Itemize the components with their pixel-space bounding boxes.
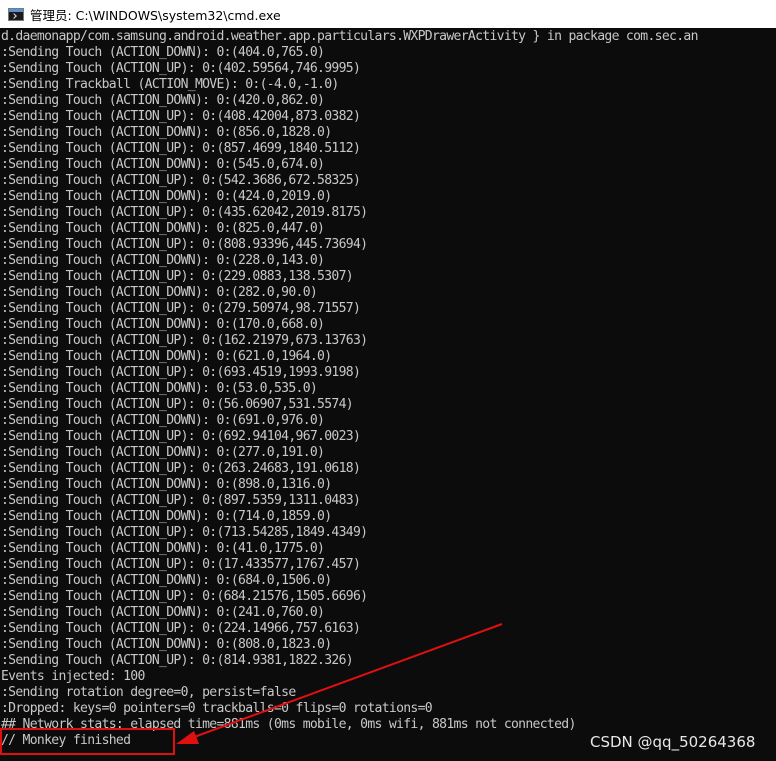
console-line: :Sending Touch (ACTION_UP): 0:(684.21576… — [1, 589, 368, 604]
console-line: :Sending Touch (ACTION_DOWN): 0:(420.0,8… — [1, 93, 325, 108]
console-line: :Sending Trackball (ACTION_MOVE): 0:(-4.… — [1, 77, 339, 92]
console-line: :Sending Touch (ACTION_DOWN): 0:(808.0,1… — [1, 637, 332, 652]
console-line: :Sending Touch (ACTION_DOWN): 0:(170.0,6… — [1, 317, 325, 332]
annotation-highlight-box — [0, 728, 175, 755]
console-line: :Sending Touch (ACTION_DOWN): 0:(424.0,2… — [1, 189, 332, 204]
window-title: 管理员: C:\WINDOWS\system32\cmd.exe — [30, 7, 281, 23]
console-line: :Sending Touch (ACTION_UP): 0:(713.54285… — [1, 525, 368, 540]
console-line: :Sending Touch (ACTION_UP): 0:(224.14966… — [1, 621, 361, 636]
console-line: d.daemonapp/com.samsung.android.weather.… — [1, 29, 698, 44]
cmd-icon — [8, 7, 24, 21]
console-line: :Sending Touch (ACTION_DOWN): 0:(825.0,4… — [1, 221, 325, 236]
console-line: :Sending rotation degree=0, persist=fals… — [1, 685, 296, 700]
console-line: :Sending Touch (ACTION_DOWN): 0:(684.0,1… — [1, 573, 332, 588]
console-line: :Dropped: keys=0 pointers=0 trackballs=0… — [1, 701, 433, 716]
console-line: :Sending Touch (ACTION_UP): 0:(229.0883,… — [1, 269, 354, 284]
console-line: :Sending Touch (ACTION_DOWN): 0:(691.0,9… — [1, 413, 325, 428]
console-line: :Sending Touch (ACTION_UP): 0:(897.5359,… — [1, 493, 361, 508]
console-line: :Sending Touch (ACTION_UP): 0:(263.24683… — [1, 461, 361, 476]
console-line: :Sending Touch (ACTION_UP): 0:(692.94104… — [1, 429, 361, 444]
console-line: :Sending Touch (ACTION_DOWN): 0:(545.0,6… — [1, 157, 325, 172]
console-line: :Sending Touch (ACTION_UP): 0:(814.9381,… — [1, 653, 354, 668]
console-line: :Sending Touch (ACTION_UP): 0:(542.3686,… — [1, 173, 361, 188]
console-line: :Sending Touch (ACTION_UP): 0:(402.59564… — [1, 61, 361, 76]
window-titlebar[interactable]: 管理员: C:\WINDOWS\system32\cmd.exe — [0, 0, 776, 28]
console-line: :Sending Touch (ACTION_DOWN): 0:(404.0,7… — [1, 45, 325, 60]
console-line: :Sending Touch (ACTION_UP): 0:(162.21979… — [1, 333, 368, 348]
console-line: :Sending Touch (ACTION_UP): 0:(408.42004… — [1, 109, 361, 124]
console-line: :Sending Touch (ACTION_UP): 0:(279.50974… — [1, 301, 361, 316]
console-line: :Sending Touch (ACTION_DOWN): 0:(898.0,1… — [1, 477, 332, 492]
console-line: :Sending Touch (ACTION_UP): 0:(17.433577… — [1, 557, 361, 572]
console-line: :Sending Touch (ACTION_DOWN): 0:(241.0,7… — [1, 605, 325, 620]
console-line: :Sending Touch (ACTION_UP): 0:(56.06907,… — [1, 397, 354, 412]
watermark-text: CSDN @qq_50264368 — [590, 733, 756, 751]
console-line: :Sending Touch (ACTION_DOWN): 0:(621.0,1… — [1, 349, 332, 364]
console-line: :Sending Touch (ACTION_UP): 0:(808.93396… — [1, 237, 368, 252]
console-line: :Sending Touch (ACTION_DOWN): 0:(282.0,9… — [1, 285, 318, 300]
console-line: :Sending Touch (ACTION_DOWN): 0:(41.0,17… — [1, 541, 325, 556]
console-line: :Sending Touch (ACTION_DOWN): 0:(53.0,53… — [1, 381, 318, 396]
console-line: :Sending Touch (ACTION_DOWN): 0:(856.0,1… — [1, 125, 332, 140]
console-line: :Sending Touch (ACTION_DOWN): 0:(228.0,1… — [1, 253, 325, 268]
console-line: :Sending Touch (ACTION_UP): 0:(857.4699,… — [1, 141, 361, 156]
console-line: :Sending Touch (ACTION_DOWN): 0:(277.0,1… — [1, 445, 325, 460]
console-line: :Sending Touch (ACTION_UP): 0:(435.62042… — [1, 205, 368, 220]
console-line: :Sending Touch (ACTION_DOWN): 0:(714.0,1… — [1, 509, 332, 524]
console-line: :Sending Touch (ACTION_UP): 0:(693.4519,… — [1, 365, 361, 380]
console-line: Events injected: 100 — [1, 669, 145, 684]
console-output[interactable]: d.daemonapp/com.samsung.android.weather.… — [0, 29, 776, 761]
